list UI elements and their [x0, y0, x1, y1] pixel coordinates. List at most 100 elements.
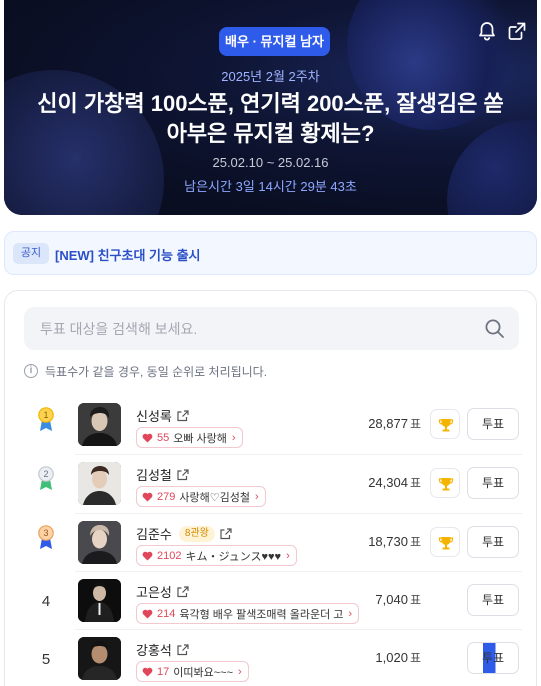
cheer-message-pill[interactable]: 214 육각형 배우 팔색조매력 올라운더 고 ›	[136, 603, 360, 624]
cheer-count: 214	[157, 607, 176, 620]
trophy-icon	[438, 419, 454, 432]
avatar[interactable]	[78, 462, 121, 505]
chevron-right-icon: ›	[231, 431, 236, 444]
vote-count: 7,040 표	[375, 591, 421, 608]
candidate-name: 김성철	[136, 465, 189, 484]
vote-button[interactable]: 투표	[467, 526, 519, 558]
vote-count: 1,020 표	[375, 649, 421, 666]
heart-icon	[142, 433, 153, 442]
gold-medal-icon: 1	[38, 407, 54, 431]
divider	[75, 454, 522, 455]
vote-count: 28,877 표	[368, 415, 421, 432]
avatar[interactable]	[78, 403, 121, 446]
info-text: 득표수가 같을 경우, 동일 순위로 처리됩니다.	[45, 364, 268, 379]
chevron-right-icon: ›	[238, 665, 242, 678]
candidate-name: 고은성	[136, 582, 189, 601]
cheer-message-pill[interactable]: 279 사랑해♡김성철 ›	[136, 486, 266, 507]
external-link-icon[interactable]	[177, 468, 189, 481]
chevron-right-icon: ›	[348, 607, 353, 620]
ranking-row: 2 김성철 279 사랑해♡김성철 › 24,304 표 투표	[5, 456, 536, 514]
vote-button[interactable]: 투표	[467, 584, 519, 616]
vote-button[interactable]: 투표	[467, 408, 519, 440]
external-link-icon[interactable]	[177, 409, 189, 422]
bell-icon[interactable]	[476, 20, 498, 42]
vote-number: 28,877	[368, 416, 408, 431]
external-link-icon[interactable]	[220, 527, 232, 540]
silver-medal-icon: 2	[38, 466, 54, 490]
info-icon: i	[24, 364, 38, 378]
cheer-message-pill[interactable]: 55 오빠 사랑해 ›	[136, 427, 243, 448]
event-banner: 배우 · 뮤지컬 남자 2025년 2월 2주차 신이 가창력 100스푼, 연…	[4, 0, 537, 215]
cheer-message-pill[interactable]: 17 이띠봐요~~~ ›	[136, 661, 249, 682]
vote-unit: 표	[409, 535, 421, 549]
cheer-count: 17	[157, 665, 170, 678]
poll-period: 25.02.10 ~ 25.02.16	[212, 155, 329, 170]
week-label: 2025년 2월 2주차	[221, 69, 320, 84]
divider	[75, 513, 522, 514]
name-text: 강홍석	[136, 643, 172, 658]
heart-icon	[142, 492, 153, 501]
info-notice: i 득표수가 같을 경우, 동일 순위로 처리됩니다.	[24, 363, 267, 379]
candidate-name: 김준수 8관왕	[136, 524, 232, 543]
external-link-icon[interactable]	[177, 585, 189, 598]
poll-title: 신이 가창력 100스푼, 연기력 200스푼, 잘생김은 쏟아부은 뮤지컬 황…	[37, 91, 504, 146]
search-input[interactable]	[24, 307, 519, 350]
heart-icon	[142, 667, 153, 676]
vote-unit: 표	[409, 593, 421, 607]
ranking-row: 4 고은성 214 육각형 배우 팔색조매력 올라운더 고 › 7,040 표 투…	[5, 573, 536, 631]
category-badge: 배우 · 뮤지컬 남자	[219, 27, 330, 56]
candidate-name: 신성록	[136, 406, 189, 425]
divider	[75, 571, 522, 572]
svg-text:1: 1	[43, 410, 48, 420]
notice-bar[interactable]: 공지 [NEW] 친구초대 기능 출시	[4, 231, 537, 275]
cheer-message: 이띠봐요~~~	[173, 666, 234, 679]
cheer-message: キム・ジュンス♥♥♥	[185, 550, 282, 563]
ranking-row: 1 신성록 55 오빠 사랑해 › 28,877 표 투표	[5, 397, 536, 455]
name-text: 신성록	[136, 409, 172, 424]
cheer-message: 육각형 배우 팔색조매력 올라운더 고	[179, 608, 344, 621]
vote-unit: 표	[409, 476, 421, 490]
notice-tag: 공지	[13, 243, 49, 264]
share-icon[interactable]	[506, 20, 528, 42]
cheer-count: 55	[157, 431, 170, 444]
avatar[interactable]	[78, 579, 121, 622]
external-link-icon[interactable]	[177, 643, 189, 656]
remaining-time: 남은시간 3일 14시간 29분 43초	[184, 179, 357, 194]
heart-icon	[142, 609, 153, 618]
name-text: 고은성	[136, 585, 172, 600]
avatar[interactable]	[78, 521, 121, 564]
cheer-message: 사랑해♡김성철	[179, 491, 250, 504]
cheer-count: 2102	[157, 549, 182, 562]
cheer-count: 279	[157, 490, 176, 503]
notice-text: [NEW] 친구초대 기능 출시	[55, 248, 201, 263]
vote-number: 24,304	[368, 475, 408, 490]
bronze-medal-icon: 3	[38, 525, 54, 549]
cheer-message: 오빠 사랑해	[173, 432, 227, 445]
name-text: 김성철	[136, 468, 172, 483]
svg-text:2: 2	[43, 469, 48, 479]
ranking-row: 3 김준수 8관왕 2102 キム・ジュンス♥♥♥ › 18,730 표 투표	[5, 515, 536, 573]
vote-button[interactable]: 투표	[467, 467, 519, 499]
divider	[75, 629, 522, 630]
trophy-icon	[438, 537, 454, 550]
trophy-button[interactable]	[430, 409, 460, 439]
chevron-right-icon: ›	[254, 490, 259, 503]
candidate-name: 강홍석	[136, 640, 189, 659]
ranking-card: i 득표수가 같을 경우, 동일 순위로 처리됩니다. 1 신성록 55 오빠 …	[4, 290, 537, 686]
vote-button[interactable]: 투표	[467, 642, 519, 674]
search-box	[24, 307, 519, 350]
cheer-message-pill[interactable]: 2102 キム・ジュンス♥♥♥ ›	[136, 545, 297, 566]
vote-unit: 표	[409, 417, 421, 431]
avatar[interactable]	[78, 637, 121, 680]
heart-icon	[142, 551, 153, 560]
name-text: 김준수	[136, 527, 172, 542]
chevron-right-icon: ›	[286, 549, 290, 562]
vote-number: 18,730	[368, 534, 408, 549]
award-badge: 8관왕	[178, 525, 215, 542]
trophy-button[interactable]	[430, 468, 460, 498]
ranking-row: 5 강홍석 17 이띠봐요~~~ › 1,020 표 투표	[5, 631, 536, 686]
search-icon[interactable]	[484, 318, 505, 339]
trophy-button[interactable]	[430, 527, 460, 557]
vote-number: 7,040	[375, 592, 408, 607]
vote-count: 18,730 표	[368, 533, 421, 550]
